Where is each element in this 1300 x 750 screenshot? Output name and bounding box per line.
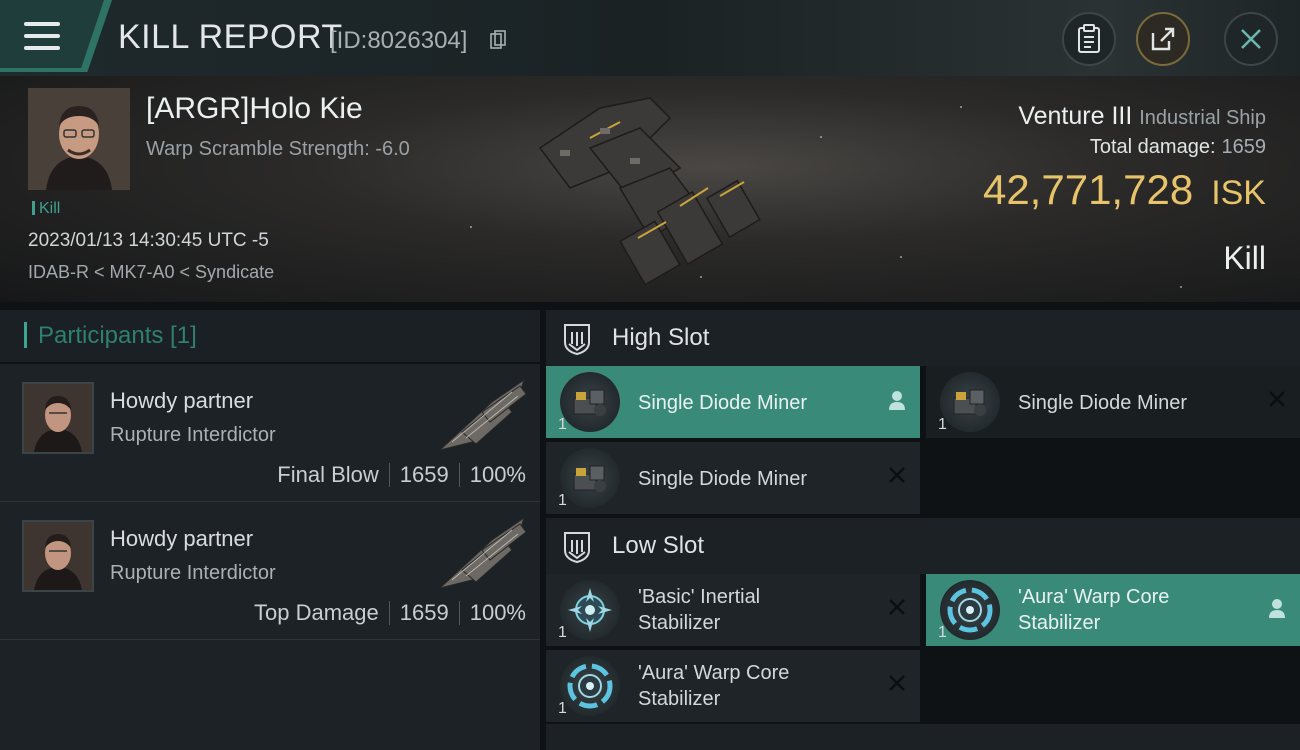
module-name-line1: 'Basic' Inertial bbox=[638, 586, 761, 608]
victim-ship-class: Industrial Ship bbox=[1139, 107, 1266, 129]
victim-pilot-name[interactable]: [ARGR]Holo Kie bbox=[146, 92, 363, 126]
module-qty: 1 bbox=[558, 492, 567, 509]
close-button[interactable] bbox=[1224, 12, 1278, 66]
high-slot-icon bbox=[564, 324, 590, 356]
victim-summary: [ARGR]Holo Kie Warp Scramble Strength: -… bbox=[0, 76, 1300, 302]
hamburger-icon bbox=[24, 22, 60, 50]
total-damage: Total damage: 1659 bbox=[1090, 136, 1266, 159]
next-slot-header-partial bbox=[546, 724, 1300, 750]
module-name: 'Basic' Inertial Stabilizer bbox=[638, 584, 760, 636]
clipboard-icon bbox=[1078, 24, 1100, 53]
module-name: 'Aura' Warp Core Stabilizer bbox=[638, 660, 789, 712]
victim-portrait[interactable] bbox=[28, 88, 130, 190]
module-item[interactable]: 1 Single Diode Miner bbox=[546, 442, 920, 514]
module-name: Single Diode Miner bbox=[638, 468, 807, 490]
module-name-line2: Stabilizer bbox=[1018, 612, 1101, 634]
destroyed-x-icon bbox=[889, 467, 905, 483]
victim-ship-name: Venture III bbox=[1018, 102, 1133, 130]
module-name-line1: 'Aura' Warp Core bbox=[638, 662, 790, 684]
share-icon bbox=[1151, 27, 1175, 51]
module-name-line1: 'Aura' Warp Core bbox=[1018, 586, 1170, 608]
participant-name: Howdy partner bbox=[110, 526, 254, 551]
top-bar: KILL REPORT [ID:8026304] bbox=[0, 0, 1300, 76]
participant-avatar bbox=[22, 382, 94, 454]
participants-list: Howdy partner Rupture Interdictor Final … bbox=[0, 364, 540, 750]
participant-ship-image bbox=[439, 378, 527, 451]
page-title: KILL REPORT bbox=[118, 18, 343, 56]
module-qty: 1 bbox=[558, 700, 567, 717]
participants-title: Participants [1] bbox=[38, 322, 197, 349]
participant-percent: 100% bbox=[469, 600, 526, 625]
participant-ship: Rupture Interdictor bbox=[110, 562, 276, 584]
mining-laser-icon bbox=[560, 448, 620, 508]
participant-stats: Final Blow 1659 100% bbox=[277, 462, 526, 488]
kill-timestamp: 2023/01/13 14:30:45 UTC -5 bbox=[28, 230, 269, 251]
kill-result: Kill bbox=[1223, 240, 1266, 276]
participant-damage: 1659 bbox=[399, 462, 449, 487]
copy-icon[interactable] bbox=[490, 30, 506, 50]
total-damage-label: Total damage: bbox=[1089, 136, 1216, 158]
module-item[interactable]: 1 'Aura' Warp Core Stabilizer bbox=[546, 650, 920, 722]
participant-damage: 1659 bbox=[399, 600, 449, 625]
isk-unit: ISK bbox=[1211, 174, 1266, 212]
low-slot-title: Low Slot bbox=[612, 532, 705, 559]
destroyed-x-icon bbox=[889, 599, 905, 615]
module-item[interactable]: 1 Single Diode Miner bbox=[546, 366, 920, 438]
dropped-person-icon bbox=[1269, 599, 1285, 618]
inertial-stabilizer-icon bbox=[560, 580, 620, 640]
participant-stats: Top Damage 1659 100% bbox=[254, 600, 526, 626]
high-slot-header: High Slot bbox=[546, 310, 1300, 366]
participant-row[interactable]: Howdy partner Rupture Interdictor Top Da… bbox=[0, 502, 540, 640]
warp-core-stabilizer-icon bbox=[940, 580, 1000, 640]
module-name-line2: Stabilizer bbox=[638, 612, 721, 634]
module-name: 'Aura' Warp Core Stabilizer bbox=[1018, 584, 1169, 636]
total-damage-value: 1659 bbox=[1221, 136, 1267, 158]
participant-row[interactable]: Howdy partner Rupture Interdictor Final … bbox=[0, 364, 540, 502]
mining-laser-icon bbox=[560, 372, 620, 432]
module-name: Single Diode Miner bbox=[638, 392, 807, 414]
module-item[interactable]: 1 'Basic' Inertial Stabilizer bbox=[546, 574, 920, 646]
warp-core-stabilizer-icon bbox=[560, 656, 620, 716]
destroyed-x-icon bbox=[1269, 391, 1285, 407]
kill-report-id: [ID:8026304] bbox=[330, 27, 468, 54]
share-button[interactable] bbox=[1136, 12, 1190, 66]
high-slot-title: High Slot bbox=[612, 324, 710, 351]
participant-ship: Rupture Interdictor bbox=[110, 424, 276, 446]
victim-ship[interactable]: Venture III Industrial Ship bbox=[1018, 102, 1266, 131]
isk-value: 42,771,728 ISK bbox=[983, 166, 1266, 214]
close-icon bbox=[1241, 29, 1261, 49]
participant-name: Howdy partner bbox=[110, 388, 254, 413]
module-qty: 1 bbox=[938, 624, 947, 641]
destroyed-x-icon bbox=[889, 675, 905, 691]
module-name: Single Diode Miner bbox=[1018, 392, 1187, 414]
participant-ship-image bbox=[439, 516, 527, 589]
kill-tag: Kill bbox=[32, 200, 60, 218]
dropped-person-icon bbox=[889, 391, 905, 410]
low-slot-header: Low Slot bbox=[546, 518, 1300, 574]
victim-ship-image bbox=[538, 97, 761, 286]
participants-header: Participants [1] bbox=[0, 310, 540, 362]
kill-location[interactable]: IDAB-R < MK7-A0 < Syndicate bbox=[28, 262, 274, 283]
module-name-line2: Stabilizer bbox=[638, 688, 721, 710]
module-item[interactable]: 1 Single Diode Miner bbox=[926, 366, 1300, 438]
module-item[interactable]: 1 'Aura' Warp Core Stabilizer bbox=[926, 574, 1300, 646]
participant-role: Final Blow bbox=[277, 462, 379, 487]
low-slot-icon bbox=[564, 532, 590, 564]
participant-percent: 100% bbox=[469, 462, 526, 487]
clipboard-button[interactable] bbox=[1062, 12, 1116, 66]
warp-scramble-strength: Warp Scramble Strength: -6.0 bbox=[146, 138, 410, 160]
mining-laser-icon bbox=[940, 372, 1000, 432]
isk-amount: 42,771,728 bbox=[982, 166, 1194, 213]
participant-role: Top Damage bbox=[254, 600, 379, 625]
participant-avatar bbox=[22, 520, 94, 592]
module-qty: 1 bbox=[558, 624, 567, 641]
module-qty: 1 bbox=[558, 416, 567, 433]
menu-button[interactable] bbox=[0, 0, 112, 72]
module-qty: 1 bbox=[938, 416, 947, 433]
